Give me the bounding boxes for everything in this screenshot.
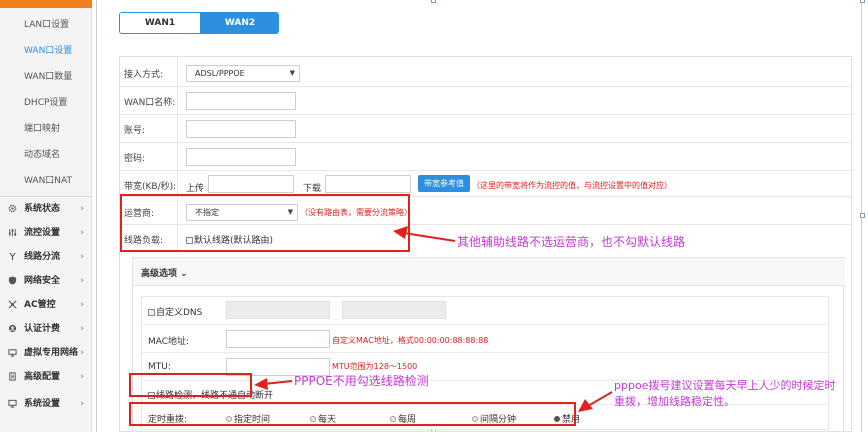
sidebar-item-line-split[interactable]: 线路分流 ›	[0, 245, 92, 269]
shield-icon	[8, 276, 17, 285]
annotation-note-redial-line1: pppoe拨号建议设置每天早上人少的时候定时	[614, 379, 836, 392]
chevron-right-icon: ›	[80, 300, 84, 310]
sidebar-sub-wan-count[interactable]: WAN口数量	[0, 64, 92, 90]
sidebar-item-network-security[interactable]: 网络安全 ›	[0, 269, 92, 293]
bandwidth-hint: （这里的带宽将作为流控的值，与流控设置中的值对应）	[472, 181, 672, 190]
sidebar-item-label: 系统状态	[24, 204, 61, 214]
sidebar-sub-port-mapping[interactable]: 端口映射	[0, 116, 92, 142]
dns-secondary-input[interactable]	[342, 301, 446, 319]
annotation-note-isp: 其他辅助线路不选运营商，也不勾默认线路	[457, 235, 686, 249]
advanced-options-title: 高级选项 ⌄	[141, 269, 188, 279]
mac-row: MAC地址: 自定义MAC地址，格式00:00:00:88:88:88	[142, 325, 830, 353]
advanced-options-header[interactable]: 高级选项 ⌄	[133, 258, 845, 286]
mtu-hint: MTU范围为128～1500	[332, 362, 418, 371]
sidebar-item-label: 网络安全	[24, 276, 61, 286]
fork-icon	[9, 252, 16, 261]
sidebar-sub-ddns[interactable]: 动态域名	[0, 142, 92, 168]
user-badge-icon	[8, 324, 17, 333]
wan-tabs: WAN1 WAN2	[119, 12, 279, 34]
sidebar-item-advanced-config[interactable]: 高级配置 ›	[0, 365, 92, 389]
sidebar-item-label: AC管控	[24, 300, 56, 310]
access-mode-label: 接入方式:	[124, 70, 164, 80]
wan-name-input[interactable]	[186, 92, 296, 110]
document-icon	[9, 372, 16, 381]
account-label: 账号:	[124, 126, 146, 136]
mac-label: MAC地址:	[148, 337, 190, 347]
sliders-icon	[8, 228, 17, 237]
chevron-right-icon: ›	[80, 228, 84, 238]
resize-handle[interactable]	[860, 213, 865, 218]
sidebar-item-system-settings[interactable]: 系统设置 ›	[0, 392, 92, 416]
password-row: 密码:	[120, 143, 853, 171]
sidebar-sub-wan-nat[interactable]: WAN口NAT	[0, 168, 92, 194]
upload-input[interactable]	[208, 175, 294, 193]
sidebar-item-label: 线路分流	[24, 252, 61, 262]
monitor-icon	[8, 399, 17, 408]
chevron-down-icon: ⌄	[180, 269, 188, 279]
wan-name-label: WAN口名称:	[124, 98, 176, 108]
resize-handle[interactable]	[431, 0, 436, 3]
sidebar-sub-dhcp[interactable]: DHCP设置	[0, 90, 92, 116]
sidebar-sub-lan[interactable]: LAN口设置	[0, 12, 92, 38]
chevron-right-icon: ›	[80, 204, 84, 214]
bandwidth-label: 带宽(KB/秒):	[124, 182, 177, 192]
annotation-box-redial	[129, 402, 576, 426]
chevron-right-icon: ›	[80, 276, 84, 286]
annotation-note-redial-line2: 重拨，增加线路稳定性。	[614, 395, 735, 408]
tab-wan2[interactable]: WAN2	[200, 13, 278, 33]
annotation-note-line-detect: PPPOE不用勾选线路检测	[294, 374, 429, 388]
gear-icon	[8, 204, 17, 213]
dns-primary-input[interactable]	[226, 301, 330, 319]
custom-dns-label: 自定义DNS	[156, 308, 203, 318]
password-input[interactable]	[186, 148, 296, 166]
upload-label: 上传	[186, 184, 205, 194]
annotation-note-redial: pppoe拨号建议设置每天早上人少的时候定时 重拨，增加线路稳定性。	[614, 378, 835, 410]
resize-handle[interactable]	[860, 0, 865, 3]
access-mode-select[interactable]: ADSL/PPPOE ▼	[186, 65, 300, 82]
sidebar-item-label: 流控设置	[24, 228, 61, 238]
sidebar-item-vpn[interactable]: 虚拟专用网络 ›	[0, 341, 92, 365]
chevron-right-icon: ›	[80, 348, 84, 358]
checkbox-icon	[148, 309, 155, 316]
account-row: 账号:	[120, 115, 853, 143]
sidebar-item-ac-control[interactable]: AC管控 ›	[0, 293, 92, 317]
vpn-icon	[8, 349, 17, 357]
sidebar-sub-wan[interactable]: WAN口设置	[0, 38, 92, 64]
dropdown-arrow-icon: ▼	[289, 69, 295, 77]
sidebar-active-group[interactable]	[0, 0, 92, 8]
mtu-label: MTU:	[148, 362, 171, 372]
chevron-right-icon: ›	[80, 252, 84, 262]
password-label: 密码:	[124, 154, 146, 164]
sidebar-item-label: 认证计费	[24, 324, 61, 334]
annotation-box-line-detect	[129, 373, 252, 397]
mac-input[interactable]	[226, 330, 330, 348]
sidebar-item-label: 系统设置	[24, 399, 61, 409]
chevron-right-icon: ›	[80, 324, 84, 334]
download-input[interactable]	[325, 175, 411, 193]
network-icon	[8, 300, 17, 309]
access-mode-row: 接入方式: ADSL/PPPOE ▼	[120, 57, 853, 87]
chevron-right-icon: ›	[80, 372, 84, 382]
access-mode-value: ADSL/PPPOE	[195, 69, 245, 78]
chevron-right-icon: ›	[80, 399, 84, 409]
custom-dns-checkbox[interactable]: 自定义DNS	[148, 305, 202, 318]
download-label: 下载	[303, 184, 322, 194]
sidebar-item-flow-control[interactable]: 流控设置 ›	[0, 221, 92, 245]
sidebar-item-system-status[interactable]: 系统状态 ›	[0, 197, 92, 221]
wan-name-row: WAN口名称:	[120, 87, 853, 115]
sidebar: LAN口设置 WAN口设置 WAN口数量 DHCP设置 端口映射 动态域名 WA…	[0, 0, 92, 432]
custom-dns-row: 自定义DNS	[142, 297, 830, 325]
sidebar-item-auth-billing[interactable]: 认证计费 ›	[0, 317, 92, 341]
sidebar-item-label: 虚拟专用网络	[24, 348, 79, 358]
tab-wan1[interactable]: WAN1	[120, 13, 200, 33]
mac-hint: 自定义MAC地址，格式00:00:00:88:88:88	[332, 336, 489, 345]
sidebar-item-label: 高级配置	[24, 372, 61, 382]
bandwidth-reference-button[interactable]: 带宽参考值	[418, 175, 470, 192]
account-input[interactable]	[186, 120, 296, 138]
annotation-box-isp	[120, 194, 410, 252]
